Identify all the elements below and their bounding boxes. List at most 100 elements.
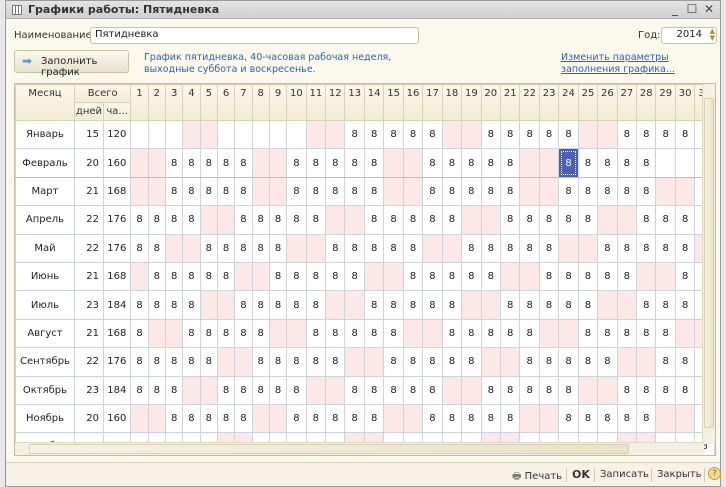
day-cell[interactable]: 8 bbox=[674, 290, 696, 320]
day-cell[interactable] bbox=[251, 148, 270, 178]
day-cell[interactable]: 8 bbox=[499, 176, 521, 207]
day-cell[interactable]: 8 bbox=[164, 148, 184, 178]
day-cell[interactable] bbox=[164, 318, 184, 349]
day-cell[interactable] bbox=[655, 176, 676, 207]
horizontal-scroll-thumb[interactable] bbox=[29, 444, 629, 454]
day-cell[interactable]: 8 bbox=[499, 318, 521, 349]
day-cell[interactable]: 8 bbox=[182, 176, 201, 207]
day-cell[interactable]: 8 bbox=[182, 290, 201, 320]
day-cell[interactable]: 8 bbox=[636, 290, 657, 320]
day-cell[interactable]: 8 bbox=[344, 148, 365, 178]
col-header-day[interactable]: 4 bbox=[182, 84, 201, 121]
day-cell[interactable] bbox=[268, 148, 288, 178]
day-cell[interactable]: 8 bbox=[182, 148, 201, 178]
vertical-scrollbar[interactable] bbox=[702, 84, 715, 444]
day-cell[interactable]: 8 bbox=[325, 148, 346, 178]
day-cell[interactable]: 8 bbox=[441, 290, 463, 320]
month-cell[interactable]: Июль bbox=[15, 290, 75, 320]
day-cell[interactable]: 8 bbox=[344, 119, 365, 150]
month-cell[interactable]: Февраль bbox=[15, 148, 75, 178]
day-cell[interactable]: 8 bbox=[499, 148, 521, 178]
day-cell[interactable]: 8 bbox=[674, 233, 696, 263]
day-cell[interactable]: 8 bbox=[268, 347, 288, 377]
col-header-day[interactable]: 30 bbox=[674, 84, 696, 121]
col-header-day[interactable]: 16 bbox=[402, 84, 424, 121]
day-cell[interactable]: 8 bbox=[519, 375, 540, 405]
total-days-cell[interactable]: 23 bbox=[73, 290, 105, 320]
day-cell[interactable]: 8 bbox=[164, 347, 184, 377]
month-cell[interactable]: Май bbox=[15, 233, 75, 263]
table-row[interactable]: Февраль 20 160 8 8 8 8 8 8 8 8 8 8 8 8 8 8 8 8 8 8 8 8 bbox=[15, 148, 715, 178]
day-cell[interactable] bbox=[402, 148, 424, 178]
day-cell[interactable] bbox=[130, 403, 149, 434]
day-cell[interactable] bbox=[383, 403, 404, 434]
day-cell[interactable]: 8 bbox=[480, 233, 501, 263]
day-cell[interactable]: 8 bbox=[182, 347, 201, 377]
day-cell[interactable]: 8 bbox=[636, 233, 657, 263]
col-header-day[interactable]: 19 bbox=[461, 84, 482, 121]
table-row[interactable]: Июль2318488888888888888888888888 bbox=[15, 290, 715, 320]
day-cell[interactable]: 8 bbox=[164, 290, 184, 320]
day-cell[interactable]: 8 bbox=[251, 318, 270, 349]
day-cell[interactable]: 8 bbox=[577, 261, 599, 292]
col-header-day[interactable]: 15 bbox=[383, 84, 404, 121]
day-cell[interactable]: 8 bbox=[305, 347, 327, 377]
day-cell[interactable]: 8 bbox=[147, 205, 166, 235]
day-cell[interactable]: 8 bbox=[234, 176, 253, 207]
day-cell[interactable] bbox=[616, 205, 638, 235]
day-cell[interactable]: 8 bbox=[597, 347, 618, 377]
day-cell[interactable]: 8 bbox=[402, 261, 424, 292]
day-cell[interactable]: 8 bbox=[286, 261, 307, 292]
day-cell[interactable] bbox=[441, 375, 463, 405]
col-header-day[interactable]: 23 bbox=[538, 84, 560, 121]
day-cell[interactable] bbox=[286, 119, 307, 150]
day-cell[interactable]: 8 bbox=[325, 403, 346, 434]
total-hours-cell[interactable]: 160 bbox=[102, 148, 132, 178]
day-cell[interactable]: 8 bbox=[199, 261, 218, 292]
day-cell[interactable]: 8 bbox=[422, 176, 443, 207]
month-cell[interactable]: Март bbox=[15, 176, 75, 207]
day-cell[interactable]: 8 bbox=[130, 233, 149, 263]
total-hours-cell[interactable]: 120 bbox=[102, 119, 132, 150]
day-cell[interactable] bbox=[251, 261, 270, 292]
day-cell[interactable] bbox=[199, 375, 218, 405]
day-cell[interactable] bbox=[422, 233, 443, 263]
day-cell[interactable]: 8 bbox=[616, 233, 638, 263]
day-cell[interactable]: 8 bbox=[577, 347, 599, 377]
day-cell[interactable]: 8 bbox=[286, 347, 307, 377]
day-cell[interactable]: 8 bbox=[674, 347, 696, 377]
day-cell[interactable]: 8 bbox=[597, 403, 618, 434]
day-cell[interactable]: 8 bbox=[344, 375, 365, 405]
day-cell[interactable] bbox=[268, 318, 288, 349]
change-fill-params-link[interactable]: Изменить параметры заполнения графика... bbox=[561, 52, 721, 76]
month-cell[interactable]: Январь bbox=[15, 119, 75, 150]
day-cell[interactable]: 8 bbox=[674, 119, 696, 150]
total-hours-cell[interactable]: 160 bbox=[102, 403, 132, 434]
col-header-day[interactable]: 13 bbox=[344, 84, 365, 121]
day-cell[interactable]: 8 bbox=[130, 375, 149, 405]
day-cell[interactable]: 8 bbox=[655, 290, 676, 320]
day-cell[interactable] bbox=[636, 347, 657, 377]
day-cell[interactable] bbox=[577, 375, 599, 405]
day-cell[interactable]: 8 bbox=[216, 375, 236, 405]
table-row[interactable]: Октябрь2318488888888888888888888888 bbox=[15, 375, 715, 405]
day-cell[interactable]: 8 bbox=[441, 261, 463, 292]
day-cell[interactable]: 8 bbox=[461, 261, 482, 292]
total-hours-cell[interactable]: 168 bbox=[102, 176, 132, 207]
day-cell[interactable]: 8 bbox=[480, 375, 501, 405]
day-cell[interactable] bbox=[234, 261, 253, 292]
day-cell[interactable]: 8 bbox=[558, 403, 579, 434]
day-cell[interactable]: 8 bbox=[216, 148, 236, 178]
table-row[interactable]: Ноябрь 20 160 8 8 8 8 8 8 8 8 8 8 8 8 8 8 8 8 8 8 8 8 bbox=[15, 403, 715, 434]
table-row[interactable]: Январь15120888888888888888 bbox=[15, 119, 715, 150]
day-cell[interactable] bbox=[441, 119, 463, 150]
day-cell[interactable] bbox=[325, 205, 346, 235]
col-header-day[interactable]: 17 bbox=[422, 84, 443, 121]
total-days-cell[interactable]: 21 bbox=[73, 176, 105, 207]
day-cell[interactable]: 8 bbox=[383, 318, 404, 349]
day-cell[interactable]: 8 bbox=[597, 176, 618, 207]
table-row[interactable]: Апрель 22 176 8 8 8 8 8 8 8 8 8 8 8 8 8 8 8 8 8 8 8 8 8 8 bbox=[15, 205, 715, 235]
day-cell[interactable]: 8 bbox=[597, 233, 618, 263]
col-header-hours[interactable]: ча... bbox=[102, 102, 132, 121]
day-cell[interactable] bbox=[234, 347, 253, 377]
